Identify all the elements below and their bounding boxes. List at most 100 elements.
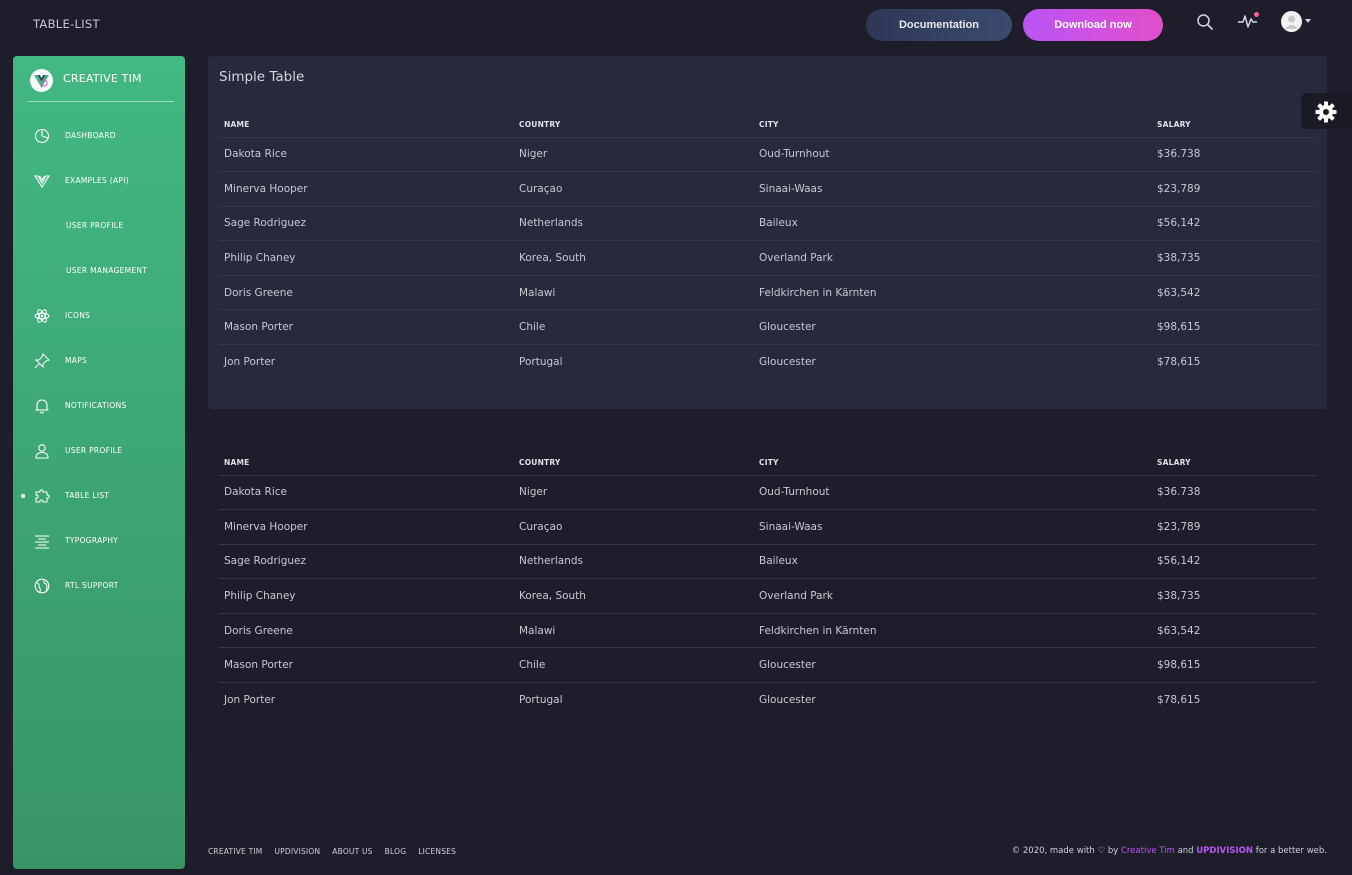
cell-country: Korea, South [514,240,754,276]
copyright-suffix: for a better web. [1255,846,1327,856]
column-header-city: CITY [754,112,1152,138]
cell-salary: $36.738 [1152,137,1316,173]
simple-table-card: Simple Table NAME COUNTRY CITY SALARY Da… [208,56,1327,409]
cell-name: Minerva Hooper [219,171,514,207]
cell-city: Gloucester [759,356,816,369]
footer-link-licenses[interactable]: LICENSES [418,847,456,856]
cell-country: Curaçao [514,509,754,545]
documentation-button[interactable]: Documentation [866,9,1012,41]
cell-country: Portugal [519,694,563,707]
sidebar-item-label: TABLE LIST [65,491,110,500]
cell-country: Niger [514,475,754,511]
download-now-button[interactable]: Download now [1023,9,1163,41]
chart-pie-icon [34,128,50,144]
cell-city: Oud-Turnhout [754,137,1152,173]
table-row: Philip Chaney Korea, South Overland Park $3… [219,578,1316,614]
column-header-name: NAME [219,112,514,138]
cell-salary: $56,142 [1152,206,1316,242]
column-header-country: COUNTRY [514,450,754,476]
sidebar-item-rtl-support[interactable]: RTL SUPPORT [13,571,185,601]
table-row: Dakota Rice Niger Oud-Turnhout $36.738 [219,137,1316,173]
top-navbar: TABLE-LIST Documentation Download now [0,0,1352,50]
cell-salary: $63,542 [1152,275,1316,311]
column-header-salary: SALARY [1152,112,1316,138]
heart-icon: ♡ [1097,846,1106,856]
bell-icon [35,399,49,414]
footer-link-creative-tim[interactable]: CREATIVE TIM [208,847,262,856]
table-row: Mason Porter Chile Gloucester $98,615 [219,309,1316,346]
cell-city: Gloucester [754,309,1152,346]
cell-country: Korea, South [514,578,754,614]
column-header-country: COUNTRY [514,112,754,138]
plain-table-card: NAME COUNTRY CITY SALARY Dakota Rice Nige… [208,425,1327,725]
cell-city: Gloucester [754,647,1152,684]
sidebar-item-examples-api[interactable]: EXAMPLES (API) [13,166,185,196]
navbar-brand[interactable]: TABLE-LIST [33,17,100,31]
copyright: © 2020, made with ♡ by Creative Tim and … [1012,846,1327,856]
cell-name: Dakota Rice [219,475,514,511]
sidebar-item-notifications[interactable]: NOTIFICATIONS [13,391,185,421]
cell-city: Overland Park [754,578,1152,614]
table-row: Philip Chaney Korea, South Overland Park $3… [219,240,1316,276]
vue-logo-icon[interactable] [30,69,53,92]
sidebar-title[interactable]: CREATIVE TIM [63,72,142,85]
column-header-city: CITY [754,450,1152,476]
cell-city: Sinaai-Waas [754,171,1152,207]
table-row: Minerva Hooper Curaçao Sinaai-Waas $23,789 [219,171,1316,207]
notification-dot [1254,12,1259,17]
creative-tim-link[interactable]: Creative Tim [1121,846,1175,856]
search-icon[interactable] [1196,13,1214,31]
avatar[interactable] [1281,11,1302,32]
copyright-by: by [1107,846,1119,856]
chevron-down-icon[interactable] [1305,19,1311,23]
updivision-link[interactable]: UPDIVISION [1196,846,1253,856]
cell-salary: $63,542 [1152,613,1316,649]
cell-country: Malawi [514,613,754,649]
cell-salary: $78,615 [1157,694,1201,707]
align-center-icon [35,535,49,549]
footer-link-about-us[interactable]: ABOUT US [332,847,372,856]
cell-salary: $98,615 [1152,309,1316,346]
footer-link-blog[interactable]: BLOG [385,847,407,856]
simple-table: NAME COUNTRY CITY SALARY Dakota Rice Nige… [219,112,1316,379]
cell-name: Dakota Rice [219,137,514,173]
cell-city: Oud-Turnhout [754,475,1152,511]
pin-icon [34,353,50,369]
table-row: Dakota Rice Niger Oud-Turnhout $36.738 [219,475,1316,511]
cell-city: Feldkirchen in Kärnten [754,613,1152,649]
footer-link-updivision[interactable]: UPDIVISION [274,847,320,856]
sidebar-item-dashboard[interactable]: DASHBOARD [13,121,185,151]
sidebar-item-label: USER PROFILE [66,221,124,230]
table-header-row: NAME COUNTRY CITY SALARY [219,112,1316,138]
copyright-and: and [1177,846,1194,856]
cell-name: Doris Greene [219,275,514,311]
cell-name: Minerva Hooper [219,509,514,545]
sidebar-item-user-profile[interactable]: USER PROFILE [13,436,185,466]
cell-name: Mason Porter [219,647,514,684]
sidebar-item-label: TYPOGRAPHY [65,536,119,545]
vue-logo-icon [34,175,50,189]
cell-name: Jon Porter [224,694,276,707]
cell-name: Philip Chaney [219,578,514,614]
column-header-name: NAME [219,450,514,476]
sidebar-item-user-profile-sub[interactable]: USER PROFILE [13,211,185,241]
user-icon [35,444,49,459]
cell-city: Overland Park [754,240,1152,276]
sidebar-item-icons[interactable]: ICONS [13,301,185,331]
cell-salary: $98,615 [1152,647,1316,684]
settings-toggle[interactable] [1301,93,1352,129]
sidebar-item-user-management[interactable]: USER MANAGEMENT [13,256,185,286]
sidebar-item-table-list[interactable]: TABLE LIST [13,481,185,511]
sidebar-item-maps[interactable]: MAPS [13,346,185,376]
sidebar-item-label: RTL SUPPORT [65,581,119,590]
gear-icon [1315,101,1337,123]
cell-name: Sage Rodriguez [219,544,514,580]
sidebar-divider [28,101,174,102]
column-header-salary: SALARY [1152,450,1316,476]
cell-country: Netherlands [514,206,754,242]
cell-city: Feldkirchen in Kärnten [754,275,1152,311]
sidebar-item-typography[interactable]: TYPOGRAPHY [13,526,185,556]
cell-salary: $38,735 [1152,240,1316,276]
cell-salary: $56,142 [1152,544,1316,580]
cell-name: Sage Rodriguez [219,206,514,242]
